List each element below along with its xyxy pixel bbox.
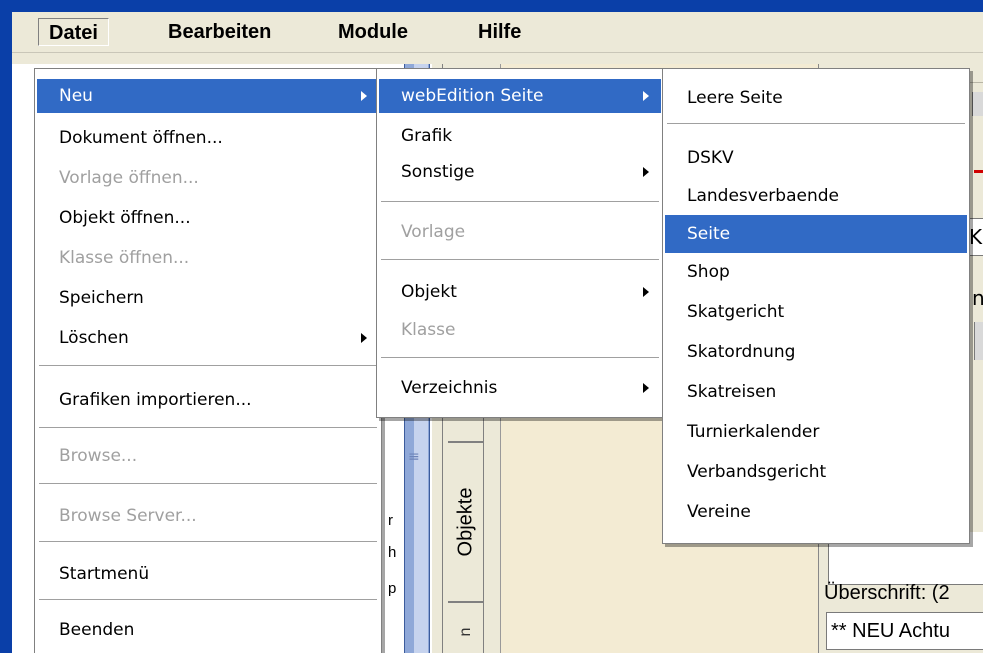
menu-item-turnierkalender[interactable]: Turnierkalender (665, 415, 967, 449)
menu-item-vorlage[interactable]: Vorlage (379, 215, 661, 249)
heading-input[interactable]: ** NEU Achtu (826, 612, 983, 650)
menu-bearbeiten[interactable]: Bearbeiten (158, 18, 281, 46)
submenu-arrow-icon (361, 91, 367, 101)
menu-item-webedition-seite[interactable]: webEdition Seite (379, 79, 661, 113)
menu-item-vorlage-oeffnen[interactable]: Vorlage öffnen... (37, 161, 379, 195)
menu-item-landesverbaende[interactable]: Landesverbaende (665, 179, 967, 213)
menu-item-speichern[interactable]: Speichern (37, 281, 379, 315)
menu-item-shop[interactable]: Shop (665, 255, 967, 289)
tab-objekte[interactable]: Objekte (448, 442, 484, 602)
menu-item-verbandsgericht[interactable]: Verbandsgericht (665, 455, 967, 489)
menu-item-dskv[interactable]: DSKV (665, 141, 967, 175)
menu-separator (381, 357, 659, 358)
tree-text-fragment: p (388, 580, 397, 597)
menu-separator (39, 427, 377, 428)
submenu-arrow-icon (643, 287, 649, 297)
menu-module[interactable]: Module (328, 18, 418, 46)
menu-item-browse[interactable]: Browse... (37, 439, 379, 473)
menu-item-browse-server[interactable]: Browse Server... (37, 499, 379, 533)
neu-submenu: webEdition Seite Grafik Sonstige Vorlage… (376, 68, 664, 418)
menu-item-sonstige[interactable]: Sonstige (379, 155, 661, 189)
panel-field[interactable]: K (968, 218, 983, 256)
heading-label: Überschrift: (2 (824, 582, 950, 604)
menu-hilfe[interactable]: Hilfe (468, 18, 531, 46)
tree-text-fragment: h (388, 544, 397, 561)
tree-text-fragment: r (388, 512, 393, 529)
menu-separator (39, 483, 377, 484)
menu-item-skatreisen[interactable]: Skatreisen (665, 375, 967, 409)
grip-icon[interactable]: ≡ (408, 450, 420, 472)
menu-item-grafik[interactable]: Grafik (379, 119, 661, 153)
submenu-arrow-icon (643, 383, 649, 393)
vertical-tab-lower[interactable]: n (448, 602, 484, 653)
menu-item-loeschen[interactable]: Löschen (37, 321, 379, 355)
menu-item-grafiken-importieren[interactable]: Grafiken importieren... (37, 383, 379, 417)
menu-bar: Datei Bearbeiten Module Hilfe (12, 12, 983, 53)
menu-item-dokument-oeffnen[interactable]: Dokument öffnen... (37, 121, 379, 155)
menu-item-verzeichnis[interactable]: Verzeichnis (379, 371, 661, 405)
menu-item-klasse-oeffnen[interactable]: Klasse öffnen... (37, 241, 379, 275)
menu-item-klasse[interactable]: Klasse (379, 313, 661, 347)
menu-item-seite[interactable]: Seite (665, 215, 967, 253)
menu-item-vereine[interactable]: Vereine (665, 495, 967, 529)
menu-separator (39, 599, 377, 600)
red-indicator (974, 170, 983, 173)
menu-separator (381, 201, 659, 202)
submenu-arrow-icon (643, 91, 649, 101)
menu-item-skatordnung[interactable]: Skatordnung (665, 335, 967, 369)
menu-separator (381, 259, 659, 260)
menu-item-skatgericht[interactable]: Skatgericht (665, 295, 967, 329)
menu-item-objekt[interactable]: Objekt (379, 275, 661, 309)
menu-item-startmenue[interactable]: Startmenü (37, 557, 379, 591)
tab-objekte-label: Objekte (454, 487, 476, 557)
panel-button-fragment[interactable] (974, 322, 983, 360)
application-window: ≡ Objekte n K n Überschrift: (2 ** NEU A… (12, 12, 983, 653)
webedition-seite-submenu: Leere Seite DSKV Landesverbaende Seite S… (662, 68, 970, 544)
datei-menu: Neu Dokument öffnen... Vorlage öffnen...… (34, 68, 382, 653)
menu-datei[interactable]: Datei (38, 18, 109, 46)
menu-item-neu[interactable]: Neu (37, 79, 379, 113)
menu-item-objekt-oeffnen[interactable]: Objekt öffnen... (37, 201, 379, 235)
menu-item-leere-seite[interactable]: Leere Seite (665, 81, 967, 115)
menu-separator (39, 541, 377, 542)
menu-item-beenden[interactable]: Beenden (37, 613, 379, 647)
panel-tab-fragment[interactable] (972, 92, 983, 116)
panel-text: n (972, 286, 983, 310)
menu-separator (667, 123, 965, 124)
submenu-arrow-icon (361, 333, 367, 343)
menu-separator (39, 365, 377, 366)
submenu-arrow-icon (643, 167, 649, 177)
